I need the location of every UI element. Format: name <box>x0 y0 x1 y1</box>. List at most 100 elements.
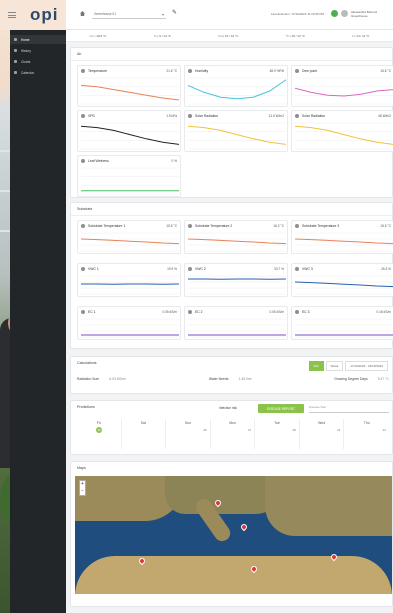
period-tabs: 24h Week 17/10/2023 - 18/10/2023 <box>308 361 388 371</box>
metric-label: VWC 3 <box>302 267 313 271</box>
map-view[interactable]: + − <box>75 476 392 594</box>
date-range[interactable]: 17/10/2023 - 18/10/2023 <box>345 361 388 371</box>
zoom-control[interactable]: + − <box>79 480 86 496</box>
disease-report-button[interactable]: DISEASE REPORT <box>258 404 304 413</box>
sparkline <box>295 318 393 338</box>
day-number: 27 <box>247 428 252 432</box>
weekday-label: Thu <box>363 421 370 425</box>
forecast-temp: 15 / 13 °C <box>291 33 305 38</box>
sidebar-item-label: Calendar <box>21 70 34 75</box>
metric-card[interactable]: VWC 3 26.3 % <box>291 263 393 297</box>
calendar-day[interactable]: Sun 26 <box>166 419 211 449</box>
conductivity-icon <box>81 310 85 314</box>
metric-label: Substrate Temperature 2 <box>195 224 233 228</box>
metric-value: 16.2 °C <box>273 224 284 228</box>
sparkline <box>295 275 393 295</box>
location-select[interactable]: Greenhouse 01 ▾ <box>92 9 166 19</box>
forecast-day-label: Fri <box>351 33 356 38</box>
calculations-row: Radiation Sum 6.03 MJ/m² Water Needs 1.35 … <box>77 377 389 381</box>
metric-card[interactable]: Leaf Wetness 0 % <box>77 155 181 197</box>
metric-value: 0.16 dS/m <box>376 310 391 314</box>
metric-label: Solar Radiation <box>302 114 326 118</box>
calendar-day[interactable]: Mon 27 <box>211 419 256 449</box>
user-info[interactable]: Alessandra Bonomi Greenhouse <box>351 10 391 18</box>
home-icon <box>14 38 17 41</box>
metric-card[interactable]: EC 1 0.05 dS/m <box>77 306 181 340</box>
location-pin-icon[interactable] <box>239 522 249 532</box>
edit-icon[interactable]: ✎ <box>172 9 177 16</box>
last-update: Last detection: 17/10/2023 11:19:05 PM <box>271 12 324 16</box>
sparkline <box>188 77 286 105</box>
sidebar: Home History Charts Calendar <box>10 30 66 613</box>
section-title: Predictions <box>77 405 95 409</box>
forecast-day: Thu 15 / 13 °C <box>285 34 304 38</box>
leaf-icon <box>81 159 85 163</box>
avatar[interactable] <box>341 10 348 17</box>
metric-card[interactable]: Solar Radiation 21.5 W/m2 <box>184 110 288 152</box>
infection-risk-label: Infection risk <box>219 406 237 410</box>
metric-value: 1.5 kPa <box>166 114 177 118</box>
metric-card[interactable]: Temperature 21.6 °C <box>77 65 181 107</box>
metric-value: 15.5 °C <box>380 224 391 228</box>
tab-week[interactable]: Week <box>325 361 344 371</box>
calendar-day[interactable]: Fri 18 <box>77 419 122 449</box>
status-icon <box>331 10 338 17</box>
menu-icon[interactable] <box>8 12 16 18</box>
metric-card[interactable]: VPD 1.5 kPa <box>77 110 181 152</box>
metric-card[interactable]: VWC 2 33.7 % <box>184 263 288 297</box>
logo-bar: opi <box>0 0 66 30</box>
chevron-down-icon: ▾ <box>161 12 164 17</box>
metric-label: VWC 2 <box>195 267 206 271</box>
sparkline <box>81 77 179 105</box>
topbar: Greenhouse 01 ▾ ✎ Last detection: 17/10/2… <box>66 0 393 30</box>
sparkline <box>295 122 393 150</box>
weather-forecast: Mon 10/4 °C Tue 9 / 14 °C Wed 16 / 10 °C… <box>66 30 393 42</box>
weekday-label: Sat <box>140 421 146 425</box>
sparkline <box>81 275 179 295</box>
forecast-day: Tue 9 / 14 °C <box>153 34 171 38</box>
sun-icon <box>295 114 299 118</box>
calendar-day[interactable]: Wed 21 <box>300 419 345 449</box>
section-title: Air <box>77 52 82 56</box>
metric-label: Humidity <box>195 69 209 73</box>
disease-filter-select[interactable]: Disease filter <box>309 405 389 413</box>
metric-card[interactable]: Substrate Temperature 3 15.5 °C <box>291 220 393 254</box>
metric-card[interactable]: EC 3 0.16 dS/m <box>291 306 393 340</box>
metric-value: 48.9 %RH <box>269 69 284 73</box>
dashboard: Greenhouse 01 ▾ ✎ Last detection: 17/10/2… <box>66 0 393 613</box>
metric-card[interactable]: Dew point 15.6 °C <box>291 65 393 107</box>
sparkline <box>188 232 286 252</box>
metric-value: 0.05 dS/m <box>269 310 284 314</box>
calendar-day[interactable]: Tue 28 <box>255 419 300 449</box>
forecast-day-label: Thu <box>285 33 291 38</box>
calendar-day[interactable]: Sat <box>122 419 167 449</box>
home-icon[interactable] <box>80 11 85 16</box>
brand-logo[interactable]: opi <box>30 5 59 25</box>
forecast-day-label: Mon <box>89 33 96 38</box>
location-value: Greenhouse 01 <box>94 12 116 16</box>
metric-card[interactable]: Solar Radiation 46 W/m2 <box>291 110 393 152</box>
sparkline <box>188 275 286 295</box>
sidebar-item-label: Charts <box>21 59 31 64</box>
metric-card[interactable]: VWC 1 19.9 % <box>77 263 181 297</box>
metric-card[interactable]: Substrate Temperature 1 15.5 °C <box>77 220 181 254</box>
sparkline <box>81 318 179 338</box>
metric-label: EC 2 <box>195 310 203 314</box>
vpd-icon <box>81 114 85 118</box>
metric-card[interactable]: Substrate Temperature 2 16.2 °C <box>184 220 288 254</box>
forecast-day-label: Tue <box>153 33 159 38</box>
sidebar-item-charts[interactable]: Charts <box>10 57 66 66</box>
metric-value: 0.05 dS/m <box>162 310 177 314</box>
sparkline-line <box>81 125 179 145</box>
sparkline <box>81 167 179 195</box>
calendar-day[interactable]: Thu 22 <box>344 419 389 449</box>
sidebar-item-calendar[interactable]: Calendar <box>10 68 66 77</box>
calc-label: Radiation Sum <box>77 377 100 381</box>
sidebar-item-history[interactable]: History <box>10 46 66 55</box>
metric-card[interactable]: Humidity 48.9 %RH <box>184 65 288 107</box>
conductivity-icon <box>188 310 192 314</box>
metric-card[interactable]: EC 2 0.05 dS/m <box>184 306 288 340</box>
sidebar-item-home[interactable]: Home <box>10 35 66 44</box>
tab-24h[interactable]: 24h <box>308 361 324 371</box>
sparkline-line <box>295 238 393 245</box>
